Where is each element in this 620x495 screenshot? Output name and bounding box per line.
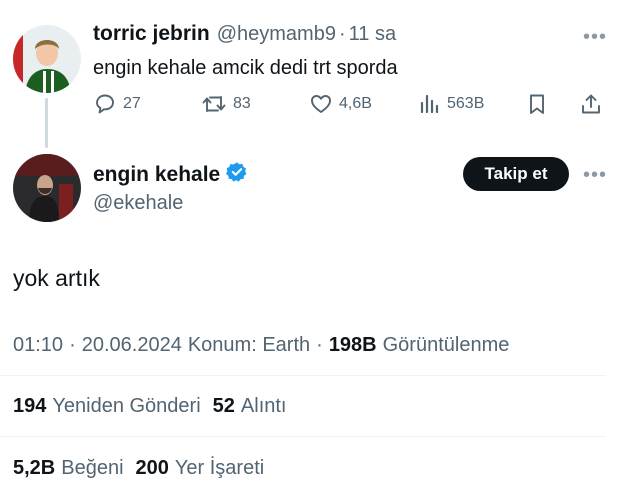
views-count: 563B [447, 95, 485, 112]
bookmarks-label[interactable]: Yer İşareti [175, 457, 264, 480]
tweet-time[interactable]: 01:10 [13, 334, 63, 357]
tweet-date[interactable]: 20.06.2024 [82, 334, 182, 357]
main-tweet-name-row: engin kehale [93, 161, 248, 188]
reply-count: 27 [123, 95, 141, 112]
meta-separator: · [316, 334, 323, 356]
reply-more-options-icon[interactable]: ••• [583, 27, 607, 47]
reposts-count[interactable]: 194 [13, 395, 46, 418]
avatar-torric-jebrin[interactable] [13, 25, 81, 93]
quotes-count[interactable]: 52 [213, 395, 235, 418]
reposts-quotes-row: 194 Yeniden Gönderi 52 Alıntı [13, 395, 286, 418]
avatar-engin-kehale[interactable] [13, 154, 81, 222]
reply-display-name[interactable]: torric jebrin [93, 22, 210, 46]
bookmark-icon[interactable] [525, 92, 549, 121]
thread-connector-line [45, 98, 48, 148]
tweet-views-count: 198B [328, 334, 377, 356]
follow-button[interactable]: Takip et [463, 157, 569, 191]
bookmarks-count[interactable]: 200 [136, 457, 169, 480]
quotes-label[interactable]: Alıntı [241, 395, 287, 418]
verified-badge-icon [226, 161, 248, 188]
heart-icon [309, 92, 333, 116]
share-icon[interactable] [579, 92, 603, 121]
reply-tweet-header: torric jebrin @heymamb9 · 11 sa [93, 22, 396, 46]
likes-count[interactable]: 5,2B [13, 457, 55, 480]
reply-handle[interactable]: @heymamb9 [217, 23, 336, 46]
reply-separator: · [338, 23, 346, 45]
reply-timestamp[interactable]: 11 sa [349, 23, 396, 46]
tweet-views-label: Görüntülenme [382, 334, 510, 356]
main-display-name[interactable]: engin kehale [93, 163, 220, 187]
reply-action-bar: 27 83 4,6B 563B [93, 92, 605, 118]
retweet-button[interactable]: 83 [201, 92, 251, 116]
meta-separator: · [69, 334, 76, 356]
main-tweet-text: yok artık [13, 265, 100, 291]
tweet-meta-row: 01:10 · 20.06.2024 Konum: Earth · 198B G… [13, 334, 509, 357]
reposts-label[interactable]: Yeniden Gönderi [52, 395, 200, 418]
divider [0, 436, 606, 437]
like-button[interactable]: 4,6B [309, 92, 372, 116]
views-button[interactable]: 563B [417, 92, 484, 116]
reply-button[interactable]: 27 [93, 92, 141, 116]
tweet-location: Konum: Earth [187, 334, 311, 356]
retweet-icon [201, 92, 227, 116]
main-more-options-icon[interactable]: ••• [583, 165, 607, 185]
likes-bookmarks-row: 5,2B Beğeni 200 Yer İşareti [13, 457, 264, 480]
main-handle[interactable]: @ekehale [93, 192, 183, 215]
likes-label[interactable]: Beğeni [61, 457, 123, 480]
reply-tweet-text: engin kehale amcik dedi trt sporda [93, 57, 398, 79]
reply-icon [93, 92, 117, 116]
analytics-bar-icon [417, 92, 441, 116]
retweet-count: 83 [233, 95, 251, 112]
like-count: 4,6B [339, 95, 372, 112]
divider [0, 375, 606, 376]
